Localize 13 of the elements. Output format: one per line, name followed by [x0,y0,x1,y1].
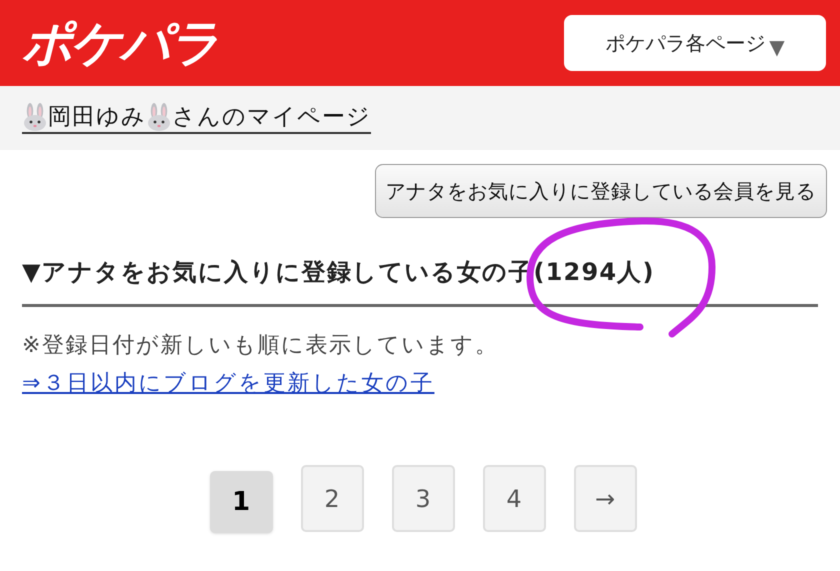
page-button[interactable]: 4 [482,465,546,532]
page-button[interactable]: 2 [300,465,364,532]
rabbit-icon [22,103,48,131]
page-button[interactable]: → [574,465,636,532]
favorites-members-button[interactable]: アナタをお気に入りに登録している会員を見る [374,164,827,218]
mypage-title-link[interactable]: 岡田ゆみ さんのマイページ [22,102,371,134]
recent-blog-link[interactable]: ⇒３日以内にブログを更新した女の子 [22,367,434,401]
pages-dropdown[interactable]: ポケパラ各ページ ▼ [564,15,826,71]
rabbit-icon [146,103,172,131]
site-logo[interactable]: ポケパラ [22,18,218,68]
page-button[interactable]: 3 [392,465,454,532]
page-button[interactable]: 1 [210,471,272,533]
sort-note: ※登録日付が新しいも順に表示しています。 [22,332,500,360]
